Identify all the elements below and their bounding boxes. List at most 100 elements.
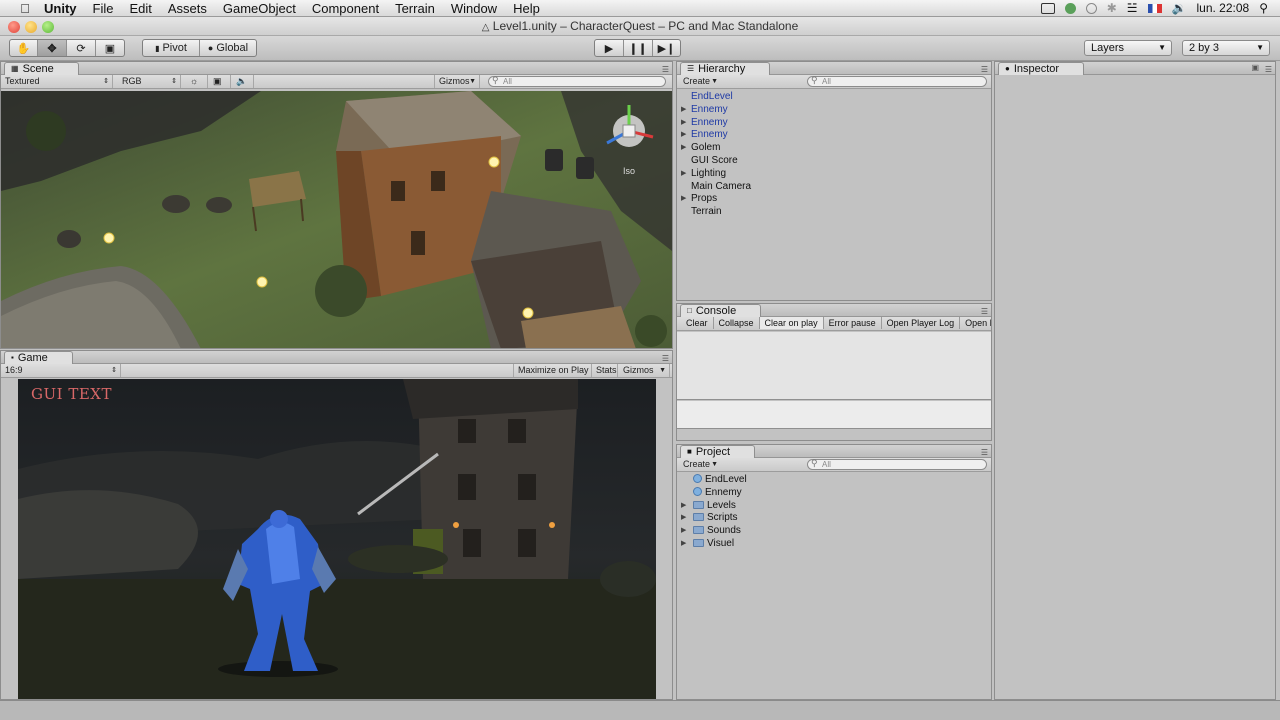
project-item[interactable]: ▶ Sounds	[677, 525, 991, 538]
expand-arrow-icon[interactable]: ▶	[681, 142, 686, 155]
flag-fr-icon[interactable]	[1147, 3, 1162, 13]
menu-help[interactable]: Help	[505, 0, 548, 17]
tab-game[interactable]: ▪ Game	[4, 351, 73, 364]
step-button[interactable]: ▶❙	[653, 40, 680, 56]
game-gizmos-dropdown[interactable]: Gizmos ▼	[619, 364, 670, 377]
hierarchy-item[interactable]: ▶ Ennemy	[677, 104, 991, 117]
project-search-input[interactable]: All	[807, 459, 987, 470]
color-mode-dropdown[interactable]: RGB ⇕	[118, 75, 181, 88]
project-item[interactable]: ▶ Levels	[677, 500, 991, 513]
hierarchy-item[interactable]: EndLevel	[677, 91, 991, 104]
lock-icon[interactable]: ▣	[1251, 63, 1259, 72]
expand-arrow-icon[interactable]: ▶	[681, 104, 686, 117]
hierarchy-search-input[interactable]: All	[807, 76, 987, 87]
expand-arrow-icon[interactable]: ▶	[681, 538, 686, 551]
stats-toggle[interactable]: Stats	[592, 364, 618, 377]
wifi-icon[interactable]: ☱	[1127, 1, 1138, 15]
pause-button[interactable]: ❙❙	[624, 40, 653, 56]
hierarchy-create-dropdown[interactable]: Create ▼	[679, 75, 721, 88]
console-collapse-toggle[interactable]: Collapse	[714, 317, 760, 329]
tab-inspector[interactable]: ● Inspector	[998, 62, 1085, 75]
project-create-dropdown[interactable]: Create ▼	[679, 458, 721, 471]
panel-menu-icon[interactable]: ☰	[1265, 65, 1272, 74]
pivot-button[interactable]: ▮ Pivot	[143, 40, 200, 56]
rotate-icon: ⟳	[76, 42, 86, 55]
project-item[interactable]: ▶ Visuel	[677, 538, 991, 551]
prefab-icon	[693, 486, 702, 496]
game-viewport[interactable]: GUI TEXT	[18, 379, 656, 699]
project-item[interactable]: EndLevel	[677, 474, 991, 487]
layout-dropdown[interactable]: 2 by 3 ▼	[1182, 40, 1270, 56]
console-detail-area[interactable]	[677, 401, 991, 429]
scale-tool-button[interactable]: ▣	[96, 40, 124, 56]
console-clear-on-play-toggle[interactable]: Clear on play	[759, 317, 824, 329]
console-log-area[interactable]	[677, 332, 991, 400]
menu-window[interactable]: Window	[443, 0, 505, 17]
move-tool-button[interactable]: ✥	[38, 40, 67, 56]
scene-image-toggle[interactable]: ▣	[209, 75, 231, 88]
sync-status-icon[interactable]	[1064, 2, 1076, 14]
open-editor-log-button[interactable]: Open Edi	[960, 317, 991, 329]
layers-dropdown[interactable]: Layers ▼	[1084, 40, 1172, 56]
open-player-log-button[interactable]: Open Player Log	[882, 317, 961, 329]
hand-tool-button[interactable]: ✋	[10, 40, 38, 56]
global-button[interactable]: ● Global	[200, 40, 256, 56]
menu-terrain[interactable]: Terrain	[387, 0, 443, 17]
menu-app-unity[interactable]: Unity	[36, 0, 85, 17]
hierarchy-item[interactable]: ▶ Props	[677, 193, 991, 206]
tab-scene[interactable]: ▦ Scene	[4, 62, 79, 75]
expand-arrow-icon[interactable]: ▶	[681, 117, 686, 130]
tab-console[interactable]: □ Console	[680, 304, 762, 317]
hierarchy-item[interactable]: GUI Score	[677, 155, 991, 168]
panel-menu-icon[interactable]: ☰	[662, 65, 669, 74]
hierarchy-item[interactable]: ▶ Ennemy	[677, 117, 991, 130]
close-window-button[interactable]	[8, 21, 20, 33]
bluetooth-icon[interactable]: ✱	[1107, 1, 1117, 15]
scene-search-input[interactable]: All	[488, 76, 666, 87]
hierarchy-item[interactable]: ▶ Lighting	[677, 168, 991, 181]
expand-arrow-icon[interactable]: ▶	[681, 512, 686, 525]
volume-icon[interactable]: 🔉	[1172, 1, 1187, 15]
menu-assets[interactable]: Assets	[160, 0, 215, 17]
rotate-tool-button[interactable]: ⟳	[67, 40, 96, 56]
maximize-on-play-toggle[interactable]: Maximize on Play	[513, 364, 592, 377]
expand-arrow-icon[interactable]: ▶	[681, 168, 686, 181]
hierarchy-item[interactable]: Terrain	[677, 206, 991, 219]
zoom-window-button[interactable]	[42, 21, 54, 33]
time-machine-icon[interactable]	[1085, 2, 1097, 14]
panel-menu-icon[interactable]: ☰	[981, 448, 988, 457]
expand-arrow-icon[interactable]: ▶	[681, 129, 686, 142]
aspect-dropdown[interactable]: 16:9 ⇕	[1, 364, 121, 377]
pivot-global-toggle: ▮ Pivot ● Global	[142, 39, 257, 57]
spotlight-icon[interactable]: ⚲	[1259, 1, 1268, 15]
play-button[interactable]: ▶	[595, 40, 624, 56]
tab-hierarchy[interactable]: ☰ Hierarchy	[680, 62, 771, 75]
panel-menu-icon[interactable]: ☰	[662, 354, 669, 363]
menu-file[interactable]: File	[85, 0, 122, 17]
panel-menu-icon[interactable]: ☰	[981, 65, 988, 74]
render-mode-dropdown[interactable]: Textured ⇕	[1, 75, 113, 88]
apple-menu-icon[interactable]: 	[14, 1, 36, 16]
hierarchy-item[interactable]: ▶ Golem	[677, 142, 991, 155]
project-item[interactable]: ▶ Scripts	[677, 512, 991, 525]
console-clear-button[interactable]: Clear	[681, 317, 714, 329]
expand-arrow-icon[interactable]: ▶	[681, 193, 686, 206]
scene-gizmos-dropdown[interactable]: Gizmos ▼	[434, 75, 480, 88]
scene-viewport[interactable]: Iso	[1, 91, 672, 348]
expand-arrow-icon[interactable]: ▶	[681, 500, 686, 513]
expand-arrow-icon[interactable]: ▶	[681, 525, 686, 538]
project-item[interactable]: Ennemy	[677, 486, 991, 500]
menu-gameobject[interactable]: GameObject	[215, 0, 304, 17]
clock[interactable]: lun. 22:08	[1196, 1, 1249, 15]
tab-project[interactable]: ■ Project	[680, 445, 756, 458]
console-error-pause-toggle[interactable]: Error pause	[824, 317, 882, 329]
menu-component[interactable]: Component	[304, 0, 387, 17]
hierarchy-item[interactable]: Main Camera	[677, 181, 991, 194]
panel-menu-icon[interactable]: ☰	[981, 307, 988, 316]
lighting-toggle[interactable]: ☼	[186, 75, 208, 88]
hierarchy-item[interactable]: ▶ Ennemy	[677, 129, 991, 142]
camera-status-icon[interactable]	[1040, 2, 1055, 14]
minimize-window-button[interactable]	[25, 21, 37, 33]
audio-toggle[interactable]: 🔈	[232, 75, 254, 88]
menu-edit[interactable]: Edit	[121, 0, 159, 17]
